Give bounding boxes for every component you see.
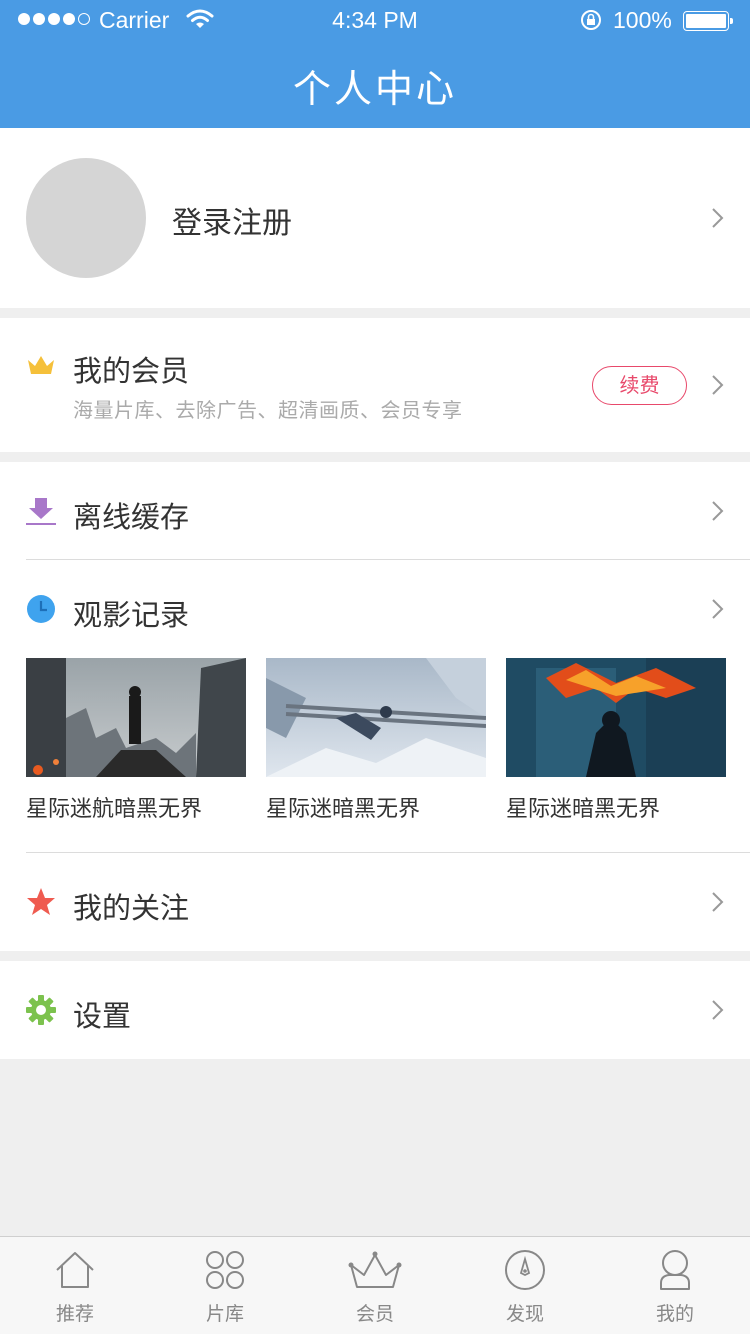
watch-history-row[interactable]: 观影记录: [0, 560, 750, 656]
tab-recommend[interactable]: 推荐: [0, 1237, 150, 1334]
profile-row[interactable]: 登录注册: [0, 128, 750, 308]
crown-icon: [28, 356, 54, 374]
home-icon: [56, 1252, 94, 1288]
offline-cache-row[interactable]: 离线缓存: [0, 462, 750, 559]
feature-list: 离线缓存 观影记录 星际迷航暗黑无界 星际迷暗黑无界 星际迷暗黑无界 我的关注: [0, 462, 750, 951]
tab-discover[interactable]: 发现: [450, 1237, 600, 1334]
chevron-right-icon: [712, 1000, 724, 1020]
movie-poster: [266, 658, 486, 777]
chevron-right-icon: [712, 501, 724, 521]
movie-title: 星际迷暗黑无界: [266, 797, 421, 822]
movie-title: 星际迷暗黑无界: [506, 797, 661, 822]
chevron-right-icon: [712, 599, 724, 619]
settings-row[interactable]: 设置: [0, 961, 750, 1059]
app-header: Carrier 4:34 PM 100% 个人中心: [0, 0, 750, 128]
movie-title: 星际迷航暗黑无界: [26, 797, 203, 822]
watch-history-thumbnails: 星际迷航暗黑无界 星际迷暗黑无界 星际迷暗黑无界: [26, 658, 726, 822]
star-icon: [27, 888, 55, 915]
bottom-tab-bar: 推荐 片库 会员 发现 我的: [0, 1236, 750, 1334]
history-item[interactable]: 星际迷暗黑无界: [266, 658, 486, 823]
movie-poster: [506, 658, 726, 777]
user-icon: [660, 1250, 690, 1290]
chevron-right-icon: [712, 892, 724, 912]
compass-icon: [505, 1250, 545, 1290]
watch-history-label: 观影记录: [73, 598, 190, 632]
crown-icon: [348, 1251, 402, 1288]
page-title: 个人中心: [292, 67, 457, 111]
my-follows-row[interactable]: 我的关注: [0, 853, 750, 951]
offline-cache-label: 离线缓存: [73, 500, 190, 534]
member-row[interactable]: 我的会员 海量片库、去除广告、超清画质、会员专享 续费: [0, 318, 750, 452]
rotation-lock-icon: [581, 10, 601, 30]
login-register-label: 登录注册: [172, 206, 292, 241]
member-subtitle: 海量片库、去除广告、超清画质、会员专享: [73, 398, 463, 422]
tab-member[interactable]: 会员: [300, 1237, 450, 1334]
member-title: 我的会员: [73, 354, 190, 388]
tab-label: 会员: [355, 1303, 394, 1325]
tab-label: 推荐: [55, 1303, 94, 1325]
tab-label: 发现: [505, 1303, 544, 1325]
status-bar: Carrier 4:34 PM 100%: [0, 0, 750, 40]
history-item[interactable]: 星际迷暗黑无界: [506, 658, 726, 823]
download-icon: [26, 498, 56, 525]
settings-label: 设置: [73, 999, 132, 1033]
history-item[interactable]: 星际迷航暗黑无界: [26, 658, 246, 823]
tab-label: 片库: [205, 1303, 244, 1325]
tab-library[interactable]: 片库: [150, 1237, 300, 1334]
battery-icon: [683, 11, 733, 31]
gear-icon: [26, 995, 56, 1025]
chevron-right-icon: [712, 208, 724, 228]
movie-poster: [26, 658, 246, 777]
renew-button[interactable]: 续费: [592, 366, 687, 405]
battery-percentage: 100%: [613, 7, 672, 33]
chevron-right-icon: [712, 375, 724, 395]
avatar[interactable]: [26, 158, 146, 278]
tab-mine[interactable]: 我的: [600, 1237, 750, 1334]
my-follows-label: 我的关注: [73, 891, 190, 925]
grid-icon: [206, 1251, 244, 1289]
clock-icon: [27, 595, 55, 623]
tab-label: 我的: [655, 1303, 694, 1325]
